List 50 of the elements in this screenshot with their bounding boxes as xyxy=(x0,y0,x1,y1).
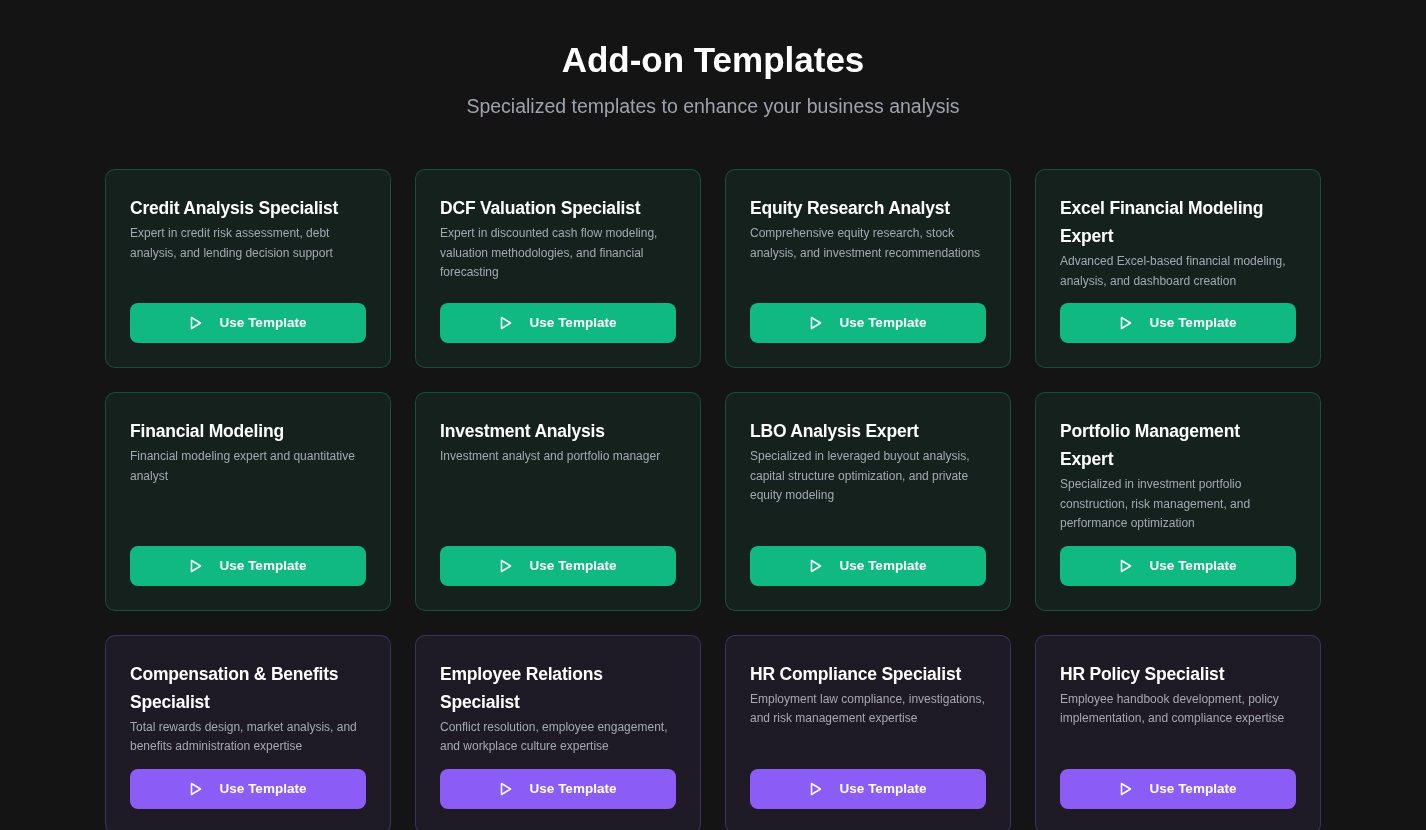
page-title: Add-on Templates xyxy=(560,39,866,81)
card-title: Compensation & Benefits Specialist xyxy=(130,662,340,714)
card-title: Credit Analysis Specialist xyxy=(130,197,340,221)
use-template-button[interactable]: Use Template xyxy=(1060,545,1296,586)
use-template-button[interactable]: Use Template xyxy=(130,303,366,344)
use-template-button[interactable]: Use Template xyxy=(750,768,986,809)
card-title: Excel Financial Modeling Expert xyxy=(1060,197,1265,249)
card-description: Comprehensive equity research, stock analysis, and investment recommendations xyxy=(750,225,982,262)
card-description: Employee handbook development, policy implementation, and compliance expertise xyxy=(1060,690,1286,728)
card-description: Advanced Excel-based financial modeling, analysis, and dashboard creation xyxy=(1060,253,1287,290)
use-template-button[interactable]: Use Template xyxy=(130,768,366,809)
play-icon xyxy=(809,558,822,573)
card-title: Financial Modeling xyxy=(130,420,285,444)
card-description: Specialized in leveraged buyout analysis, capital structure optimization, and private equity modeling xyxy=(750,448,971,505)
card-description: Expert in discounted cash flow modeling, valuation methodologies, and financial forecasting xyxy=(440,225,659,282)
use-template-button[interactable]: Use Template xyxy=(440,768,676,809)
play-icon xyxy=(809,781,822,796)
use-template-button[interactable]: Use Template xyxy=(1060,768,1296,809)
card-description: Investment analyst and portfolio manager xyxy=(440,448,662,466)
play-icon xyxy=(189,558,202,573)
card-title: HR Compliance Specialist xyxy=(750,662,963,686)
play-icon xyxy=(499,316,512,331)
card-description: Financial modeling expert and quantitative analyst xyxy=(130,448,356,485)
card-description: Total rewards design, market analysis, and benefits administration expertise xyxy=(130,718,358,756)
use-template-button[interactable]: Use Template xyxy=(1060,303,1296,344)
page-subtitle: Specialized templates to enhance your business analysis xyxy=(465,94,961,119)
play-icon xyxy=(1119,316,1132,331)
card-title: DCF Valuation Specialist xyxy=(440,197,642,221)
card-title: HR Policy Specialist xyxy=(1060,662,1226,686)
use-template-button[interactable]: Use Template xyxy=(750,303,986,344)
card-description: Expert in credit risk assessment, debt analysis, and lending decision support xyxy=(130,225,334,262)
use-template-button[interactable]: Use Template xyxy=(750,545,986,586)
use-template-button[interactable]: Use Template xyxy=(440,545,676,586)
card-description: Conflict resolution, employee engagement, and workplace culture expertise xyxy=(440,718,669,756)
card-title: Equity Research Analyst xyxy=(750,197,951,221)
card-title: Employee Relations Specialist xyxy=(440,662,604,714)
card-title: Investment Analysis xyxy=(440,420,606,444)
play-icon xyxy=(1119,781,1132,796)
play-icon xyxy=(809,316,822,331)
card-description: Specialized in investment portfolio construction, risk management, and performance optimization xyxy=(1060,476,1252,533)
play-icon xyxy=(189,781,202,796)
card-description: Employment law compliance, investigations, and risk management expertise xyxy=(750,690,986,728)
play-icon xyxy=(189,316,202,331)
card-title: Portfolio Management Expert xyxy=(1060,420,1241,472)
card-title: LBO Analysis Expert xyxy=(750,420,920,444)
play-icon xyxy=(499,558,512,573)
play-icon xyxy=(499,781,512,796)
use-template-button[interactable]: Use Template xyxy=(130,545,366,586)
play-icon xyxy=(1119,558,1132,573)
use-template-button[interactable]: Use Template xyxy=(440,303,676,344)
